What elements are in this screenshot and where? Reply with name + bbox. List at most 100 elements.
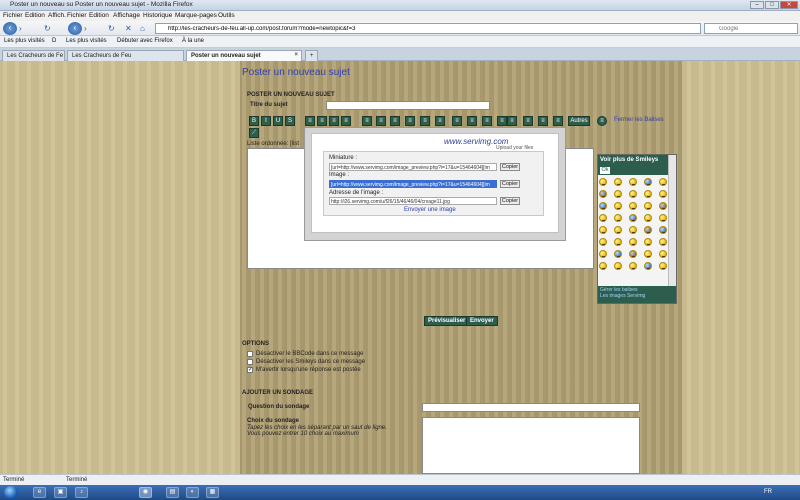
align-center-button[interactable]: ≡ [317, 116, 327, 126]
smiley-icon[interactable] [659, 214, 667, 222]
poll-question-input[interactable] [423, 404, 639, 412]
send-image-link[interactable]: Envoyer une image [404, 207, 456, 213]
justify-button[interactable]: ≡ [341, 116, 351, 126]
smiley-icon[interactable] [614, 202, 622, 210]
bookmark-d[interactable]: D [52, 38, 56, 44]
quote-button[interactable]: ≡ [405, 116, 415, 126]
bookmark-most-visited-2[interactable]: Les plus visités [66, 38, 107, 44]
poll-question-field[interactable] [422, 403, 640, 412]
image-button[interactable]: ≡ [435, 116, 445, 126]
strike-button[interactable]: S [285, 116, 295, 126]
close-tab-icon[interactable]: × [294, 52, 298, 58]
align-left-button[interactable]: ≡ [305, 116, 315, 126]
reload-icon[interactable]: ↻ [44, 24, 51, 33]
smiley-icon[interactable] [614, 214, 622, 222]
smiley-icon[interactable] [659, 178, 667, 186]
others-button[interactable]: Autres [568, 116, 590, 126]
send-button[interactable]: Envoyer [466, 316, 498, 326]
reload-icon-2[interactable]: ↻ [108, 24, 115, 33]
smiley-icon[interactable] [644, 202, 652, 210]
smiley-icon[interactable] [599, 178, 607, 186]
smiley-icon[interactable] [599, 238, 607, 246]
taskbar-firefox-icon[interactable]: ◉ [139, 487, 152, 498]
menu-fichier-left[interactable]: Fichier [3, 12, 23, 19]
maximize-button[interactable]: □ [765, 1, 779, 9]
language-indicator[interactable]: FR [764, 489, 772, 495]
miniature-field[interactable]: [url=http://www.servimg.com/image_previe… [329, 163, 497, 171]
copy-address-button[interactable]: Copier [500, 197, 520, 205]
more-smileys-link[interactable]: Voir plus de Smileys [600, 157, 658, 163]
code-button[interactable]: ≡ [420, 116, 430, 126]
toolbar-second-row-button[interactable]: ⟋ [249, 128, 259, 138]
back-button[interactable]: ‹ [3, 22, 17, 35]
bold-button[interactable]: B [249, 116, 259, 126]
smiley-icon[interactable] [629, 178, 637, 186]
smiley-icon[interactable] [644, 250, 652, 258]
disable-smileys-checkbox[interactable] [247, 359, 253, 365]
bookmark-headlines[interactable]: À la une [182, 38, 204, 44]
bookmark-most-visited[interactable]: Les plus visités [4, 38, 45, 44]
taskbar-app-icon-2[interactable]: ◐ [186, 487, 199, 498]
hr-button[interactable]: ≡ [390, 116, 400, 126]
taskbar-media-icon[interactable]: ♪ [75, 487, 88, 498]
font-button[interactable]: ≡ [553, 116, 563, 126]
disable-bbcode-checkbox[interactable] [247, 351, 253, 357]
home-icon[interactable]: ⌂ [140, 24, 145, 33]
preview-button[interactable]: Prévisualiser [424, 316, 470, 326]
smiley-icon[interactable] [629, 250, 637, 258]
stop-icon[interactable]: ✕ [125, 24, 132, 33]
smiley-icon[interactable] [629, 202, 637, 210]
align-right-button[interactable]: ≡ [329, 116, 339, 126]
smiley-icon[interactable] [644, 178, 652, 186]
smiley-icon[interactable] [644, 214, 652, 222]
smiley-icon[interactable] [644, 262, 652, 270]
menu-marque-pages[interactable]: Marque-pages [175, 12, 217, 19]
smiley-icon[interactable] [659, 250, 667, 258]
url-bar[interactable] [155, 23, 701, 34]
tab-cracheurs-1[interactable]: Les Cracheurs de Fe [2, 50, 65, 61]
back-button-2[interactable]: ‹ [68, 22, 82, 35]
smiley-icon[interactable] [599, 250, 607, 258]
smiley-icon[interactable] [599, 190, 607, 198]
copy-miniature-button[interactable]: Copier [500, 163, 520, 171]
new-tab-button[interactable]: + [305, 50, 318, 61]
copy-image-button[interactable]: Copier [500, 180, 520, 188]
smiley-icon[interactable] [629, 238, 637, 246]
underline-button[interactable]: U [273, 116, 283, 126]
close-tags-link[interactable]: Fermer les Balises [614, 117, 664, 123]
subject-field[interactable] [326, 101, 490, 110]
list-button[interactable]: ≡ [362, 116, 372, 126]
smiley-icon[interactable] [599, 214, 607, 222]
smiley-icon[interactable] [614, 238, 622, 246]
smiley-icon[interactable] [659, 202, 667, 210]
smiley-icon[interactable] [614, 262, 622, 270]
smiley-icon[interactable] [659, 238, 667, 246]
table-button[interactable]: ≡ [497, 116, 507, 126]
search-input[interactable] [719, 24, 795, 33]
start-button[interactable] [4, 486, 18, 499]
taskbar-explorer-icon[interactable]: ▣ [54, 487, 67, 498]
poll-choices-textarea[interactable] [423, 418, 639, 473]
taskbar-app-icon-1[interactable]: ▤ [166, 487, 179, 498]
tab-cracheurs-2[interactable]: Les Cracheurs de Feu [67, 50, 184, 61]
italic-button[interactable]: I [261, 116, 271, 126]
smileys-scrollbar[interactable] [668, 155, 676, 286]
forward-arrow-icon[interactable]: › [19, 24, 22, 33]
smiley-icon[interactable] [614, 190, 622, 198]
smiley-icon[interactable] [629, 226, 637, 234]
taskbar-ie-icon[interactable]: e [33, 487, 46, 498]
smiley-icon[interactable] [629, 214, 637, 222]
menu-edition[interactable]: Edition [89, 12, 109, 19]
smiley-icon[interactable] [644, 226, 652, 234]
forward-arrow-icon-2[interactable]: › [84, 24, 87, 33]
flash-button[interactable]: ≡ [482, 116, 492, 126]
ordered-list-button[interactable]: ≡ [376, 116, 386, 126]
smiley-icon[interactable] [659, 190, 667, 198]
smiley-icon[interactable] [599, 226, 607, 234]
menu-affich-left[interactable]: Affich. [48, 12, 66, 19]
url-input[interactable] [168, 24, 688, 33]
bookmark-getting-started[interactable]: Débuter avec Firefox [117, 38, 173, 44]
smiley-icon[interactable] [629, 262, 637, 270]
smiley-icon[interactable] [599, 202, 607, 210]
menu-outils[interactable]: Outils [218, 12, 235, 19]
